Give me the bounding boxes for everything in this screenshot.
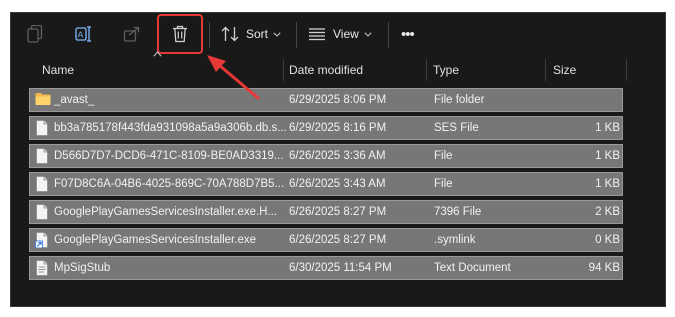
- file-date: 6/26/2025 8:27 PM: [289, 234, 387, 246]
- toolbar-separator: [388, 22, 389, 48]
- delete-button[interactable]: [169, 23, 191, 45]
- file-date: 6/26/2025 3:36 AM: [289, 150, 386, 162]
- view-label: View: [333, 27, 359, 41]
- column-divider[interactable]: [426, 59, 427, 81]
- toolbar-separator: [209, 22, 210, 48]
- sort-ascending-icon: [153, 50, 162, 59]
- copy-button[interactable]: [25, 23, 45, 45]
- file-icon: [35, 204, 49, 225]
- chevron-down-icon: [273, 31, 281, 37]
- file-name: D566D7D7-DCD6-471C-8109-BE0AD3319...: [54, 150, 284, 162]
- file-type: 7396 File: [434, 206, 482, 218]
- file-date: 6/26/2025 8:27 PM: [289, 206, 387, 218]
- toolbar-separator: [296, 22, 297, 48]
- column-header-type[interactable]: Type: [433, 59, 533, 81]
- column-divider[interactable]: [626, 59, 627, 81]
- file-type: Text Document: [434, 262, 511, 274]
- file-size: [550, 89, 620, 111]
- column-divider[interactable]: [545, 59, 546, 81]
- file-type: File folder: [434, 94, 485, 106]
- file-type: SES File: [434, 122, 479, 134]
- file-icon: [35, 176, 49, 197]
- sort-icon: [221, 26, 239, 42]
- file-name: GooglePlayGamesServicesInstaller.exe: [54, 234, 256, 246]
- file-icon: [35, 148, 49, 169]
- file-size: 0 KB: [595, 234, 620, 246]
- sort-label: Sort: [246, 27, 269, 41]
- file-row[interactable]: bb3a785178f443fda931098a5a9a306b.db.s...…: [29, 116, 623, 140]
- column-header-size[interactable]: Size: [553, 59, 613, 81]
- file-size: 1 KB: [595, 150, 620, 162]
- file-size: 94 KB: [588, 262, 620, 274]
- file-date: 6/26/2025 3:43 AM: [289, 178, 386, 190]
- folder-icon: [35, 92, 51, 111]
- command-bar: A Sort View •••: [11, 13, 665, 57]
- file-name: F07D8C6A-04B6-4025-869C-70A788D7B5...: [54, 178, 285, 190]
- text-file-icon: [35, 260, 49, 281]
- file-row[interactable]: _avast_ 6/29/2025 8:06 PM File folder: [29, 88, 623, 112]
- rename-icon: A: [75, 25, 93, 43]
- sort-button[interactable]: Sort: [221, 24, 281, 44]
- view-button[interactable]: View: [308, 24, 372, 44]
- file-size: 2 KB: [595, 206, 620, 218]
- file-row[interactable]: GooglePlayGamesServicesInstaller.exe 6/2…: [29, 228, 623, 252]
- column-header-date[interactable]: Date modified: [289, 59, 419, 81]
- share-button[interactable]: [121, 23, 143, 45]
- file-size: 1 KB: [595, 178, 620, 190]
- file-type: File: [434, 150, 453, 162]
- file-name: _avast_: [54, 94, 95, 106]
- file-name: bb3a785178f443fda931098a5a9a306b.db.s...: [54, 122, 287, 134]
- file-date: 6/29/2025 8:16 PM: [289, 122, 387, 134]
- file-type: .symlink: [434, 234, 476, 246]
- column-header-name[interactable]: Name: [42, 59, 282, 81]
- file-explorer-window: A Sort View ••• Name Date modified Type …: [10, 12, 666, 307]
- column-header-row: Name Date modified Type Size: [11, 59, 665, 81]
- more-options-button[interactable]: •••: [401, 24, 415, 44]
- file-row[interactable]: GooglePlayGamesServicesInstaller.exe.H..…: [29, 200, 623, 224]
- file-name: MpSigStub: [54, 262, 111, 274]
- file-date: 6/29/2025 8:06 PM: [289, 94, 387, 106]
- more-options-label: •••: [401, 25, 415, 43]
- file-icon: [35, 120, 49, 141]
- file-size: 1 KB: [595, 122, 620, 134]
- file-row[interactable]: D566D7D7-DCD6-471C-8109-BE0AD3319... 6/2…: [29, 144, 623, 168]
- share-icon: [123, 25, 141, 43]
- symlink-icon: [35, 232, 49, 253]
- file-name: GooglePlayGamesServicesInstaller.exe.H..…: [54, 206, 278, 218]
- copy-icon: [27, 25, 43, 43]
- file-type: File: [434, 178, 453, 190]
- file-row[interactable]: F07D8C6A-04B6-4025-869C-70A788D7B5... 6/…: [29, 172, 623, 196]
- column-divider[interactable]: [283, 59, 284, 81]
- rename-button[interactable]: A: [73, 23, 95, 45]
- trash-icon: [172, 25, 188, 43]
- file-row[interactable]: MpSigStub 6/30/2025 11:54 PM Text Docume…: [29, 256, 623, 280]
- view-icon: [308, 27, 326, 41]
- svg-text:A: A: [78, 30, 84, 40]
- file-date: 6/30/2025 11:54 PM: [289, 262, 392, 274]
- chevron-down-icon: [364, 31, 372, 37]
